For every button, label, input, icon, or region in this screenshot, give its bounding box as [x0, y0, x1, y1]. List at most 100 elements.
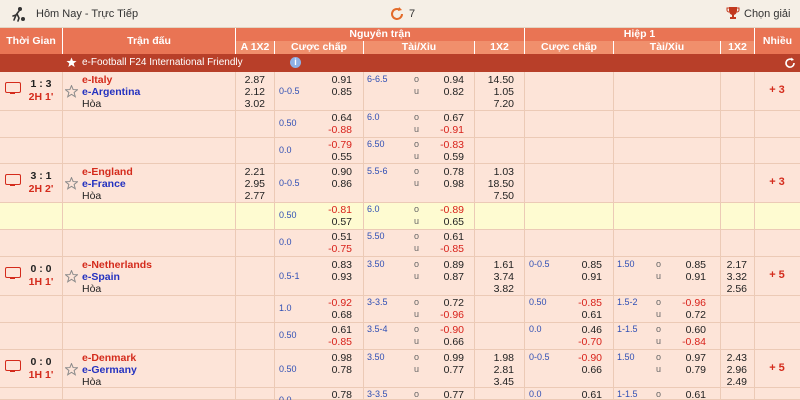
star-icon[interactable] [66, 57, 77, 68]
under-odds[interactable]: 0.59 [432, 151, 464, 163]
full-1x2-odds[interactable]: 7.50 [478, 190, 514, 202]
full-1x2-odds[interactable]: 7.20 [478, 98, 514, 110]
h1-handicap-away-odds[interactable]: 0.66 [569, 364, 602, 376]
h1-1x2-odds[interactable]: 3.32 [716, 271, 747, 283]
info-icon[interactable]: i [290, 57, 301, 68]
favorite-star-icon[interactable] [65, 85, 78, 98]
a1x2-odds[interactable]: 3.02 [236, 98, 265, 110]
handicap-away-odds[interactable]: 0.78 [320, 364, 352, 376]
under-odds[interactable]: 0.87 [432, 271, 464, 283]
under-odds[interactable]: -0.85 [432, 243, 464, 255]
under-odds[interactable]: 0.98 [432, 178, 464, 190]
full-1x2-odds[interactable]: 18.50 [478, 178, 514, 190]
h1-under-odds[interactable]: 0.91 [672, 271, 706, 283]
handicap-away-odds[interactable]: -0.85 [320, 336, 352, 348]
more-markets-button[interactable]: + 3 [757, 84, 797, 96]
match-row[interactable]: 0 : 0 1H 1' e-Denmark e-Germany Hòa 0.50 0.98 0… [0, 350, 800, 388]
over-odds[interactable]: 0.89 [432, 259, 464, 271]
h1-1x2-odds[interactable]: 2.96 [716, 364, 747, 376]
under-odds[interactable]: 0.77 [432, 364, 464, 376]
full-1x2-odds[interactable]: 1.05 [478, 86, 514, 98]
handicap-away-odds[interactable]: 0.85 [320, 86, 352, 98]
a1x2-odds[interactable]: 2.21 [236, 166, 265, 178]
over-odds[interactable]: 0.72 [432, 297, 464, 309]
favorite-star-icon[interactable] [65, 177, 78, 190]
a1x2-odds[interactable]: 2.77 [236, 190, 265, 202]
alt-line-row[interactable]: 0.0 0.51 -0.75 5.50 o u 0.61 -0.85 [0, 230, 800, 257]
h1-over-odds[interactable]: 0.61 [672, 389, 706, 400]
handicap-home-odds[interactable]: 0.64 [320, 112, 352, 124]
h1-handicap-away-odds[interactable]: -0.70 [569, 336, 602, 348]
handicap-home-odds[interactable]: -0.81 [320, 204, 352, 216]
h1-1x2-odds[interactable]: 2.56 [716, 283, 747, 295]
more-markets-button[interactable]: + 5 [757, 362, 797, 374]
over-odds[interactable]: 0.94 [432, 74, 464, 86]
h1-handicap-home-odds[interactable]: 0.46 [569, 324, 602, 336]
match-row[interactable]: 3 : 1 2H 2' e-England e-France Hòa 2.21 2.95 2.… [0, 164, 800, 203]
under-odds[interactable]: -0.91 [432, 124, 464, 136]
h1-handicap-home-odds[interactable]: 0.85 [569, 259, 602, 271]
home-team[interactable]: e-England [82, 166, 133, 178]
full-1x2-odds[interactable]: 1.98 [478, 352, 514, 364]
handicap-away-odds[interactable]: -0.75 [320, 243, 352, 255]
away-team[interactable]: e-Spain [82, 271, 120, 283]
h1-under-odds[interactable]: 0.72 [672, 309, 706, 321]
h1-under-odds[interactable]: -0.84 [672, 336, 706, 348]
handicap-home-odds[interactable]: 0.90 [320, 166, 352, 178]
a1x2-odds[interactable]: 2.95 [236, 178, 265, 190]
favorite-star-icon[interactable] [65, 363, 78, 376]
full-1x2-odds[interactable]: 14.50 [478, 74, 514, 86]
a1x2-odds[interactable]: 2.12 [236, 86, 265, 98]
live-tv-icon[interactable] [5, 360, 21, 372]
handicap-home-odds[interactable]: 0.61 [320, 324, 352, 336]
h1-handicap-home-odds[interactable]: 0.61 [569, 389, 602, 400]
favorite-star-icon[interactable] [65, 270, 78, 283]
h1-handicap-away-odds[interactable]: 0.61 [569, 309, 602, 321]
over-odds[interactable]: -0.89 [432, 204, 464, 216]
full-1x2-odds[interactable]: 2.81 [478, 364, 514, 376]
more-markets-button[interactable]: + 3 [757, 176, 797, 188]
under-odds[interactable]: 0.66 [432, 336, 464, 348]
over-odds[interactable]: -0.83 [432, 139, 464, 151]
h1-1x2-odds[interactable]: 2.17 [716, 259, 747, 271]
h1-1x2-odds[interactable]: 2.43 [716, 352, 747, 364]
handicap-home-odds[interactable]: 0.78 [320, 389, 352, 400]
full-1x2-odds[interactable]: 3.45 [478, 376, 514, 388]
handicap-home-odds[interactable]: -0.79 [320, 139, 352, 151]
h1-handicap-home-odds[interactable]: -0.85 [569, 297, 602, 309]
alt-line-row[interactable]: 0.50 0.61 -0.85 3.5-4 o u -0.90 0.66 0.0 0.46 -0.7… [0, 323, 800, 350]
league-refresh-icon[interactable] [784, 57, 796, 69]
h1-handicap-home-odds[interactable]: -0.90 [569, 352, 602, 364]
live-tv-icon[interactable] [5, 82, 21, 94]
under-odds[interactable]: 0.65 [432, 216, 464, 228]
over-odds[interactable]: 0.77 [432, 389, 464, 400]
over-odds[interactable]: -0.90 [432, 324, 464, 336]
alt-line-row[interactable]: 1.0 -0.92 0.68 3-3.5 o u 0.72 -0.96 0.50 -0.85 0.6… [0, 296, 800, 323]
handicap-away-odds[interactable]: 0.68 [320, 309, 352, 321]
handicap-home-odds[interactable]: 0.91 [320, 74, 352, 86]
handicap-away-odds[interactable]: 0.57 [320, 216, 352, 228]
league-bar[interactable]: e-Football F24 International Friendly i [0, 54, 800, 72]
h1-under-odds[interactable]: 0.79 [672, 364, 706, 376]
trophy-icon[interactable] [726, 6, 740, 20]
h1-over-odds[interactable]: 0.97 [672, 352, 706, 364]
away-team[interactable]: e-Germany [82, 364, 137, 376]
handicap-home-odds[interactable]: -0.92 [320, 297, 352, 309]
over-odds[interactable]: 0.61 [432, 231, 464, 243]
match-row[interactable]: 1 : 3 2H 1' e-Italy e-Argentina Hòa 2.87 2.12 3… [0, 72, 800, 111]
handicap-home-odds[interactable]: 0.83 [320, 259, 352, 271]
handicap-away-odds[interactable]: -0.88 [320, 124, 352, 136]
a1x2-odds[interactable]: 2.87 [236, 74, 265, 86]
home-team[interactable]: e-Denmark [82, 352, 136, 364]
h1-handicap-away-odds[interactable]: 0.91 [569, 271, 602, 283]
away-team[interactable]: e-France [82, 178, 126, 190]
h1-over-odds[interactable]: 0.85 [672, 259, 706, 271]
over-odds[interactable]: 0.99 [432, 352, 464, 364]
h1-over-odds[interactable]: 0.60 [672, 324, 706, 336]
home-team[interactable]: e-Netherlands [82, 259, 152, 271]
over-odds[interactable]: 0.67 [432, 112, 464, 124]
alt-line-row[interactable]: 0.50 0.64 -0.88 6.0 o u 0.67 -0.91 [0, 111, 800, 138]
under-odds[interactable]: 0.82 [432, 86, 464, 98]
refresh-icon[interactable] [389, 6, 405, 22]
full-1x2-odds[interactable]: 1.03 [478, 166, 514, 178]
